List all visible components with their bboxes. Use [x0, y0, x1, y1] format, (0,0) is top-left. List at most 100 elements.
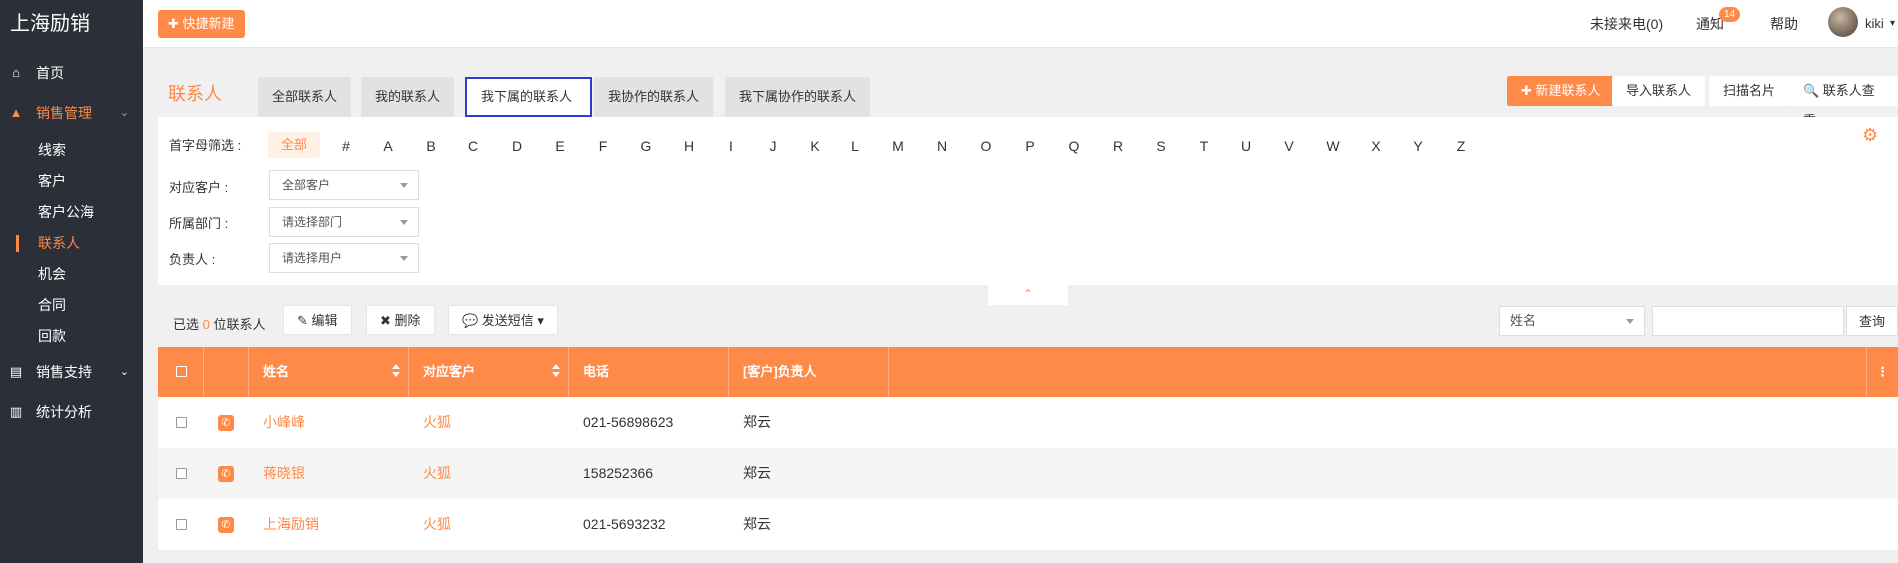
letter-filter-item[interactable]: T	[1194, 138, 1214, 154]
select-all-checkbox[interactable]	[176, 366, 187, 377]
tab-my-contacts[interactable]: 我的联系人	[361, 77, 456, 117]
letter-filter-item[interactable]: A	[378, 138, 398, 154]
letter-filter-item[interactable]: R	[1108, 138, 1128, 154]
sidebar-item-contracts[interactable]: 合同	[0, 290, 143, 321]
nav-home-label: 首页	[36, 65, 64, 81]
customer-link[interactable]: 火狐	[423, 499, 451, 550]
edit-button[interactable]: ✎ 编辑	[283, 305, 352, 335]
column-header-customer-label: 对应客户	[423, 364, 476, 379]
nav-home[interactable]: ⌂ 首页	[0, 53, 143, 93]
tab-all-contacts[interactable]: 全部联系人	[258, 77, 353, 117]
letter-filter-item[interactable]: #	[336, 138, 356, 154]
contact-lookup-button[interactable]: 🔍 联系人查重	[1789, 76, 1898, 128]
letter-filter-item[interactable]: Z	[1451, 138, 1471, 154]
letter-filter-item[interactable]: H	[679, 138, 699, 154]
letter-filter-item[interactable]: I	[721, 138, 741, 154]
scan-card-button[interactable]: 扫描名片	[1709, 76, 1790, 106]
avatar[interactable]	[1828, 7, 1858, 37]
selected-count-text: 已选 0 位联系人	[173, 314, 265, 336]
quick-create-button[interactable]: ✚ 快捷新建	[158, 10, 245, 38]
letter-filter-all[interactable]: 全部	[268, 132, 320, 158]
row-checkbox[interactable]	[176, 468, 187, 479]
letter-filter-item[interactable]: W	[1323, 138, 1343, 154]
delete-button[interactable]: ✖ 删除	[366, 305, 435, 335]
phone-icon[interactable]: ✆	[218, 466, 234, 482]
row-checkbox[interactable]	[176, 417, 187, 428]
sidebar-item-contacts[interactable]: 联系人	[0, 228, 143, 259]
caret-down-icon	[400, 256, 408, 261]
letter-filter-item[interactable]: U	[1236, 138, 1256, 154]
sidebar-item-opportunities[interactable]: 机会	[0, 259, 143, 290]
search-field-select[interactable]: 姓名	[1499, 306, 1645, 336]
contact-name-link[interactable]: 小峰峰	[263, 397, 305, 448]
row-checkbox[interactable]	[176, 519, 187, 530]
nav-sales-management[interactable]: ▲ 销售管理 ⌄	[0, 93, 143, 133]
customer-link[interactable]: 火狐	[423, 448, 451, 499]
phone-column-header	[204, 347, 249, 397]
letter-filter-item[interactable]: O	[976, 138, 996, 154]
sidebar-item-customer-pool[interactable]: 客户公海	[0, 197, 143, 228]
letter-filter-item[interactable]: K	[805, 138, 825, 154]
letter-filter-item[interactable]: D	[507, 138, 527, 154]
letter-filter-item[interactable]: J	[763, 138, 783, 154]
department-select[interactable]: 请选择部门	[269, 207, 419, 237]
customer-link[interactable]: 火狐	[423, 397, 451, 448]
new-contact-button[interactable]: ✚ 新建联系人	[1507, 76, 1615, 106]
search-button[interactable]: 查询	[1846, 306, 1898, 336]
notifications-link[interactable]: 通知	[1696, 0, 1724, 48]
sidebar-item-leads[interactable]: 线索	[0, 135, 143, 166]
sidebar-item-payments[interactable]: 回款	[0, 321, 143, 352]
sidebar-item-customers[interactable]: 客户	[0, 166, 143, 197]
search-input[interactable]	[1652, 306, 1844, 336]
letter-filter-item[interactable]: M	[888, 138, 908, 154]
customer-select[interactable]: 全部客户	[269, 170, 419, 200]
collapse-filter-button[interactable]: ⌃	[988, 285, 1068, 305]
help-link[interactable]: 帮助	[1770, 0, 1798, 48]
nav-statistics[interactable]: ▥ 统计分析	[0, 392, 143, 432]
contact-name-link[interactable]: 蒋晓银	[263, 448, 305, 499]
tab-subordinate-contacts[interactable]: 我下属的联系人	[465, 77, 592, 117]
letter-filter-item[interactable]: B	[421, 138, 441, 154]
letter-filter-item[interactable]: Y	[1408, 138, 1428, 154]
contact-name-link[interactable]: 上海励销	[263, 499, 319, 550]
tab-collaborating-contacts[interactable]: 我协作的联系人	[594, 77, 715, 117]
column-header-customer[interactable]: 对应客户	[409, 347, 569, 397]
column-header-phone: 电话	[569, 347, 729, 397]
letter-filter-item[interactable]: C	[463, 138, 483, 154]
letter-filter-item[interactable]: F	[593, 138, 613, 154]
tab-subordinate-collaborating-contacts[interactable]: 我下属协作的联系人	[725, 77, 872, 117]
letter-filter-item[interactable]: Q	[1064, 138, 1084, 154]
owner-select[interactable]: 请选择用户	[269, 243, 419, 273]
initial-filter-label: 首字母筛选 :	[169, 138, 242, 153]
table-row[interactable]: ✆ 小峰峰 火狐 021-56898623 郑云	[158, 397, 1898, 448]
caret-down-icon[interactable]: ▾	[1890, 0, 1895, 48]
letter-filter-item[interactable]: L	[845, 138, 865, 154]
phone-icon[interactable]: ✆	[218, 517, 234, 533]
letter-filter-item[interactable]: N	[932, 138, 952, 154]
import-contacts-button[interactable]: 导入联系人	[1612, 76, 1706, 106]
column-header-name[interactable]: 姓名	[249, 347, 409, 397]
letter-filter-item[interactable]: E	[550, 138, 570, 154]
table-row[interactable]: ✆ 蒋晓银 火狐 158252366 郑云	[158, 448, 1898, 499]
column-header-phone-label: 电话	[583, 364, 610, 379]
nav-sales-support[interactable]: ▤ 销售支持 ⌄	[0, 352, 143, 392]
gear-icon[interactable]: ⚙	[1862, 125, 1878, 146]
caret-down-icon	[1626, 319, 1634, 324]
select-all-cell	[158, 347, 204, 397]
phone-icon[interactable]: ✆	[218, 415, 234, 431]
column-settings-icon[interactable]: ⋮	[1867, 347, 1898, 397]
owner-select-placeholder: 请选择用户	[282, 251, 343, 265]
letter-filter-item[interactable]: G	[636, 138, 656, 154]
letter-filter-item[interactable]: V	[1279, 138, 1299, 154]
send-sms-button[interactable]: 💬 发送短信 ▾	[448, 305, 558, 335]
missed-calls-link[interactable]: 未接来电(0)	[1590, 0, 1663, 48]
nav-sales-management-label: 销售管理	[36, 105, 92, 121]
letter-filter-item[interactable]: S	[1151, 138, 1171, 154]
letter-filter-item[interactable]: P	[1020, 138, 1040, 154]
table-row[interactable]: ✆ 上海励销 火狐 021-5693232 郑云	[158, 499, 1898, 550]
notification-badge: 14	[1719, 7, 1741, 22]
selected-count: 0	[202, 317, 210, 332]
letter-filter-item[interactable]: X	[1366, 138, 1386, 154]
user-name[interactable]: kiki	[1865, 0, 1884, 48]
owner-name: 郑云	[743, 414, 771, 430]
